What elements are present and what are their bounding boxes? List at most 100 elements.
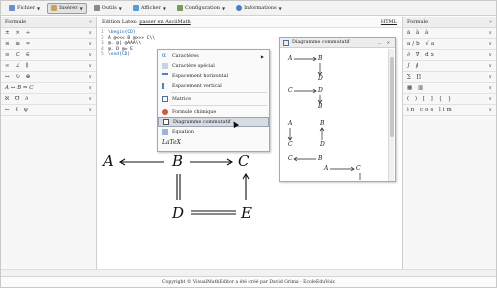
chevron-down-icon[interactable]: ∨ [88,63,92,69]
menu-fichier-label: Fichier [17,5,36,11]
menu-item-formule-chimique[interactable]: Formule chimique [158,107,269,117]
rendered-diagram: A B C D E [98,140,298,230]
tpl-node[interactable]: A [324,165,328,172]
menu-afficher[interactable]: Afficher ▼ [129,3,170,14]
menu-item-espacement-vertical[interactable]: Espacement vertical [158,81,269,91]
tpl-node[interactable]: B [318,55,322,62]
code-text: @. @| @AAA\\ [108,41,142,47]
symbol-group[interactable]: ℵ ℧ ∂ ∨ [1,94,96,105]
menu-item-caractere-special[interactable]: Caractère spécial [158,61,269,71]
menu-item-diagramme-commutatif[interactable]: Diagramme commutatif [158,117,269,127]
diagram-icon [163,119,169,125]
tpl-node[interactable]: B [318,155,322,162]
chemistry-icon [162,109,168,115]
tpl-node[interactable]: A [288,55,292,62]
symbol-group[interactable]: in cos lim ∨ [403,105,496,116]
symbol-group[interactable]: ≡ ⊂ ∈ ∨ [1,50,96,61]
tpl-node[interactable]: D [318,87,323,94]
chevron-down-icon[interactable]: ∨ [88,96,92,102]
asciimath-link[interactable]: passer en AsciiMath [139,19,191,25]
symbol-group[interactable]: ← ℓ ψ ∨ [1,105,96,116]
menu-item-label: Matrice [172,96,192,102]
symbol-row: ∫ ∮ [407,63,421,69]
menu-item-matrice[interactable]: Matrice [158,94,269,104]
menu-bar: Fichier ▼ Insérer ▼ Outils ▼ Afficher ▼ … [1,1,496,16]
tools-icon [93,5,100,11]
symbol-group[interactable]: ∞ ∠ ∥ ∨ [1,61,96,72]
symbol-group[interactable]: A ↔ B ⇒ C ∨ [1,83,96,94]
menu-item-caracteres[interactable]: α Caractères ▶ [158,51,269,61]
symbol-row: ∑ ∏ [407,74,424,80]
chevron-down-icon[interactable]: ∨ [488,41,492,47]
editor-header: Edition Latex: passer en AsciiMath HTML [98,17,401,28]
menu-informations[interactable]: Informations ▼ [232,3,286,14]
footer: Copyright © VisualMathEditor a été créé … [1,276,496,287]
menu-item-espacement-horizontal[interactable]: Espacement horizontal [158,71,269,81]
menu-item-label: Equation [172,129,194,135]
menu-item-label: Diagramme commutatif [173,119,231,125]
chevron-down-icon[interactable]: ∨ [88,30,92,36]
symbol-group[interactable]: ▦ ▥ ∨ [403,83,496,94]
menu-fichier[interactable]: Fichier ▼ [5,3,44,14]
scrollbar-thumb[interactable] [390,57,394,137]
chevron-down-icon[interactable]: ∨ [88,41,92,47]
tpl-node[interactable]: D [320,141,325,148]
menu-item-latex[interactable]: LaTeX [158,137,269,147]
tpl-node[interactable]: A [288,120,292,127]
symbol-row: ≤ ≅ ≈ [5,41,33,47]
left-panel-header: Formule « [1,17,96,28]
symbol-row: in cos lim [407,107,454,113]
symbol-group[interactable]: ∫ ∮ ∨ [403,61,496,72]
right-panel-title: Formule [407,19,429,25]
menu-inserer[interactable]: Insérer ▼ [47,2,87,14]
code-command: \end{CD} [108,52,131,58]
collapse-icon[interactable]: « [89,19,92,25]
menu-separator [170,92,267,93]
menu-configuration[interactable]: Configuration ▼ [173,3,229,14]
palette-titlebar[interactable]: Diagramme commutatif — ✕ [280,38,395,48]
tpl-node[interactable]: B [320,120,324,127]
symbol-group[interactable]: ∑ ∏ ∨ [403,72,496,83]
tpl-node[interactable]: C [288,155,293,162]
chevron-down-icon[interactable]: ∨ [488,107,492,113]
chevron-down-icon[interactable]: ∨ [488,85,492,91]
symbol-group[interactable]: ( ) [ ] { } ∨ [403,94,496,105]
menu-item-label: Caractère spécial [172,63,215,69]
symbol-group[interactable]: ā ȁ â ∨ [403,28,496,39]
tpl-node[interactable]: C [356,165,361,172]
chevron-down-icon[interactable]: ∨ [88,52,92,58]
menu-outils-label: Outils [101,5,117,11]
editor-title-prefix: Edition Latex: [102,19,138,25]
equation-icon [162,129,168,135]
info-icon [236,5,243,11]
tpl-node[interactable]: B [318,103,322,110]
chevron-down-icon[interactable]: ∨ [88,85,92,91]
chevron-down-icon[interactable]: ∨ [488,74,492,80]
menu-item-equation[interactable]: Equation [158,127,269,137]
chevron-down-icon[interactable]: ∨ [488,30,492,36]
collapse-icon[interactable]: » [489,19,492,25]
tpl-node[interactable]: C [288,141,293,148]
html-link[interactable]: HTML [381,19,397,25]
symbol-group[interactable]: ↔ ↻ ⊕ ∨ [1,72,96,83]
chevron-down-icon[interactable]: ∨ [488,63,492,69]
window-controls[interactable]: — ✕ [377,40,392,45]
chevron-down-icon[interactable]: ∨ [488,96,492,102]
vspace-icon [162,83,168,89]
symbol-group[interactable]: ± × ÷ ∨ [1,28,96,39]
alpha-icon: α [162,52,167,59]
latex-code-editor[interactable]: 1 \begin{CD} 2A @<<< B @>>> C\\ 3 @. @| @A… [101,30,161,66]
tpl-node[interactable]: D [318,75,323,82]
chevron-down-icon[interactable]: ∨ [88,107,92,113]
symbol-group[interactable]: ∂ ∇ dx ∨ [403,50,496,61]
palette-scrollbar[interactable] [388,49,394,181]
chevron-down-icon[interactable]: ∨ [88,74,92,80]
insert-dropdown-menu: α Caractères ▶ Caractère spécial Espacem… [157,49,270,152]
menu-outils[interactable]: Outils ▼ [90,3,126,14]
editor-title: Edition Latex: passer en AsciiMath [102,19,191,25]
symbol-group[interactable]: ≤ ≅ ≈ ∨ [1,39,96,50]
menu-separator [170,105,267,106]
chevron-down-icon[interactable]: ∨ [488,52,492,58]
symbol-group[interactable]: a/b √a ∨ [403,39,496,50]
tpl-node[interactable]: C [288,87,293,94]
